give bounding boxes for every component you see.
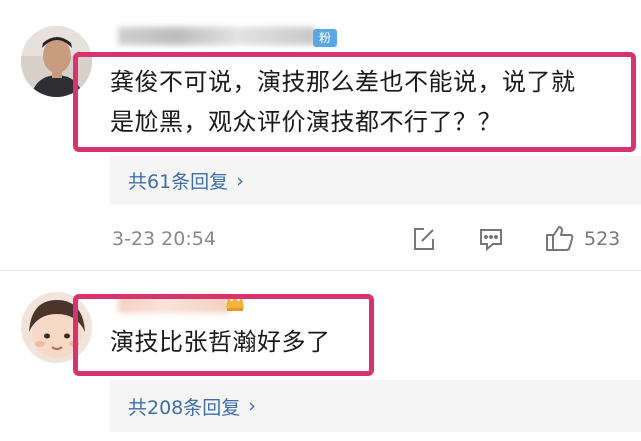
replies-label: 共208条回复 bbox=[128, 396, 241, 419]
chevron-right-icon: › bbox=[236, 169, 244, 192]
replies-link[interactable]: 共61条回复 › bbox=[110, 156, 641, 205]
replies-label: 共61条回复 bbox=[128, 171, 229, 193]
timestamp: 3-23 20:54 bbox=[112, 228, 216, 250]
divider bbox=[0, 270, 641, 271]
highlight-box bbox=[73, 294, 374, 376]
highlight-box bbox=[73, 52, 636, 152]
replies-link[interactable]: 共208条回复 › bbox=[110, 380, 641, 432]
edit-icon[interactable] bbox=[411, 226, 437, 252]
like-count: 523 bbox=[584, 228, 621, 250]
thumbs-up-icon[interactable] bbox=[545, 223, 575, 253]
fan-badge: 粉 bbox=[313, 29, 337, 47]
username-blurred[interactable] bbox=[118, 27, 316, 45]
chevron-right-icon: › bbox=[248, 395, 256, 417]
comment-icon[interactable] bbox=[478, 226, 504, 252]
